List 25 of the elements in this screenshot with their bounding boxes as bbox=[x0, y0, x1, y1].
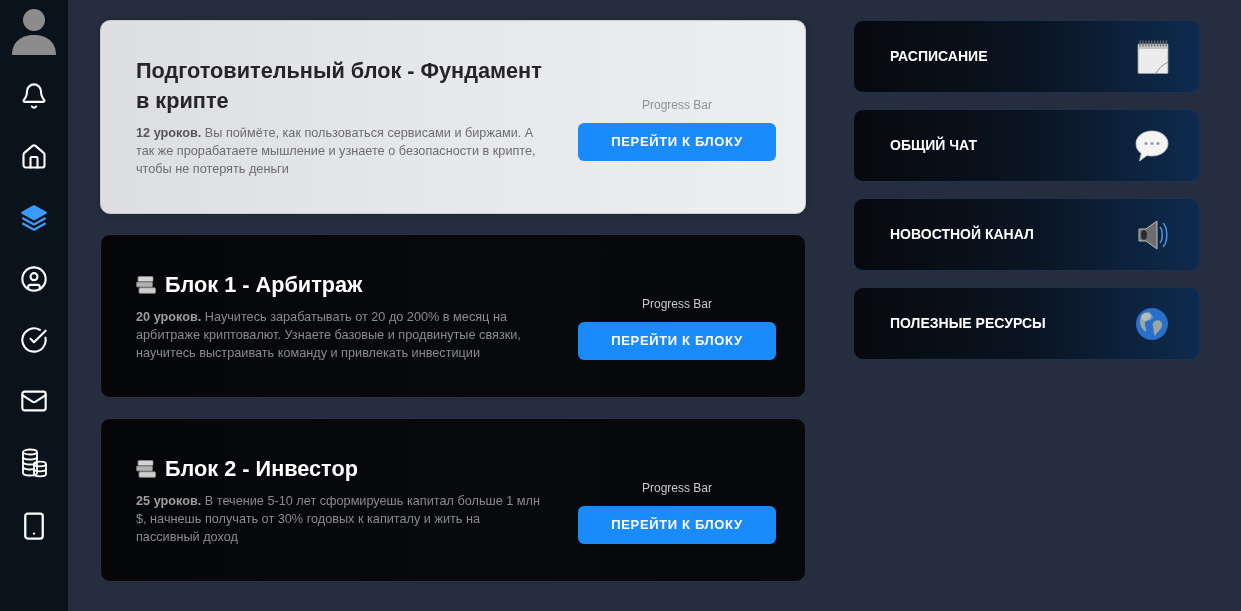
books-icon bbox=[136, 460, 156, 478]
home-icon[interactable] bbox=[20, 143, 48, 171]
bell-icon[interactable] bbox=[20, 82, 48, 110]
link-card[interactable]: РАСПИСАНИЕ bbox=[853, 20, 1200, 93]
books-icon bbox=[136, 276, 156, 294]
notepad-icon bbox=[1137, 39, 1169, 74]
card-description: 12 уроков. Вы поймёте, как пользоваться сервисами и биржами. А так же прорабатаете мышление и узнаете о безопасности в крипте, чтобы не потерять деньги bbox=[136, 125, 537, 178]
speaker-icon bbox=[1135, 217, 1169, 252]
card-title: Блок 1 - Арбитраж bbox=[165, 271, 363, 299]
link-card[interactable]: НОВОСТНОЙ КАНАЛ bbox=[853, 198, 1200, 271]
progress-label: Progress Bar bbox=[642, 97, 712, 113]
card-description: 20 уроков. Научитесь зарабатывать от 20 до 200% в месяц на арбитраже криптовалют. Узнаете базовые и продвинутые связки, научитесь выстраивать команду и привлекать инвестиции bbox=[136, 309, 522, 362]
progress-label: Progress Bar bbox=[642, 480, 712, 496]
coins-icon[interactable] bbox=[20, 448, 48, 478]
globe-icon bbox=[1135, 306, 1169, 341]
link-card[interactable]: ОБЩИЙ ЧАТ bbox=[853, 109, 1200, 182]
check-circle-icon[interactable] bbox=[20, 326, 48, 354]
card-title: Блок 2 - Инвестор bbox=[165, 455, 358, 483]
layers-icon[interactable] bbox=[20, 204, 48, 232]
speech-bubble-icon bbox=[1135, 129, 1169, 162]
user-circle-icon[interactable] bbox=[20, 265, 48, 293]
link-card[interactable]: ПОЛЕЗНЫЕ РЕСУРСЫ bbox=[853, 287, 1200, 360]
card-title: Подготовительный блок - Фундамент в крипте bbox=[136, 57, 543, 115]
progress-label: Progress Bar bbox=[642, 296, 712, 312]
card-description: 25 уроков. В течение 5-10 лет сформируешь капитал больше 1 млн $, начнешь получать от 30% годовых к капиталу и жить на пассивный доход bbox=[136, 493, 541, 546]
